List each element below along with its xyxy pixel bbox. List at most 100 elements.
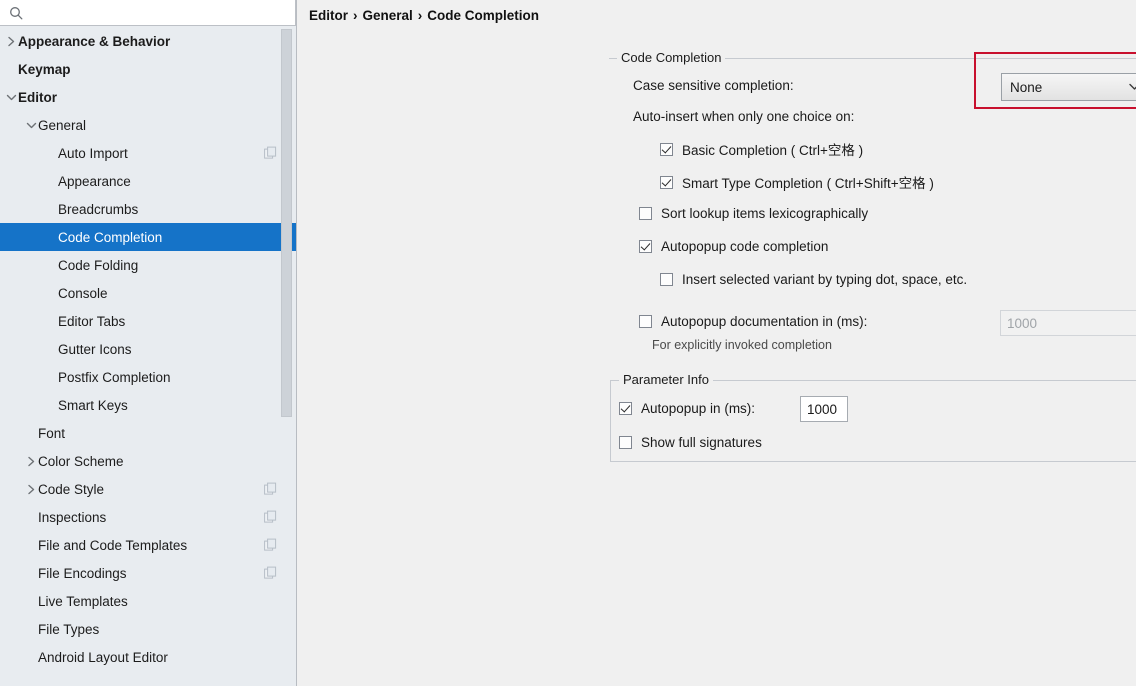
- basic-completion-row[interactable]: Basic Completion ( Ctrl+空格 ): [660, 139, 863, 159]
- sidebar-item-color-scheme[interactable]: Color Scheme: [0, 447, 296, 475]
- sidebar-item-postfix-completion[interactable]: Postfix Completion: [0, 363, 296, 391]
- sidebar-item-appearance[interactable]: Appearance: [0, 167, 296, 195]
- case-sensitive-combo-box[interactable]: None: [1001, 73, 1136, 101]
- copy-settings-icon[interactable]: [264, 511, 277, 524]
- sidebar-scrollbar-track[interactable]: [281, 27, 292, 686]
- insert-selected-variant-label: Insert selected variant by typing dot, s…: [682, 272, 967, 287]
- smart-type-completion-checkbox[interactable]: [660, 176, 673, 189]
- sort-lookup-row[interactable]: Sort lookup items lexicographically: [639, 206, 868, 221]
- autopopup-code-completion-checkbox[interactable]: [639, 240, 652, 253]
- sidebar-item-android-layout-editor[interactable]: Android Layout Editor: [0, 643, 296, 671]
- chevron-right-icon[interactable]: [4, 34, 18, 48]
- parameter-autopopup-checkbox[interactable]: [619, 402, 632, 415]
- settings-search-box[interactable]: [0, 0, 296, 26]
- autopopup-code-completion-label: Autopopup code completion: [661, 239, 828, 254]
- sidebar-item-smart-keys[interactable]: Smart Keys: [0, 391, 296, 419]
- autopopup-documentation-hint: For explicitly invoked completion: [652, 338, 832, 352]
- sidebar-item-label: Postfix Completion: [58, 370, 171, 385]
- settings-main-panel: Editor › General › Code Completion Code …: [297, 0, 1136, 686]
- breadcrumb-item-code-completion: Code Completion: [427, 8, 539, 23]
- settings-dialog: Appearance & BehaviorKeymap Editor General…: [0, 0, 1136, 686]
- parameter-info-group-title: Parameter Info: [619, 373, 713, 387]
- autopopup-documentation-hint-row: For explicitly invoked completion: [652, 338, 832, 352]
- smart-type-completion-label: Smart Type Completion ( Ctrl+Shift+空格 ): [682, 172, 934, 192]
- autopopup-code-completion-row[interactable]: Autopopup code completion: [639, 239, 828, 254]
- basic-completion-label: Basic Completion ( Ctrl+空格 ): [682, 139, 863, 159]
- auto-insert-label-row: Auto-insert when only one choice on:: [633, 109, 854, 124]
- autopopup-documentation-checkbox[interactable]: [639, 315, 652, 328]
- autopopup-documentation-row[interactable]: Autopopup documentation in (ms):: [639, 314, 867, 329]
- sidebar-item-label: Android Layout Editor: [38, 650, 168, 665]
- sidebar-item-label: File Types: [38, 622, 99, 637]
- sidebar-item-breadcrumbs[interactable]: Breadcrumbs: [0, 195, 296, 223]
- sidebar-item-label: Smart Keys: [58, 398, 128, 413]
- sidebar-item-console[interactable]: Console: [0, 279, 296, 307]
- breadcrumb-separator-icon: ›: [418, 8, 423, 23]
- smart-type-completion-row[interactable]: Smart Type Completion ( Ctrl+Shift+空格 ): [660, 172, 934, 192]
- sidebar-item-auto-import[interactable]: Auto Import: [0, 139, 296, 167]
- chevron-down-icon[interactable]: [24, 118, 38, 132]
- copy-settings-icon[interactable]: [264, 539, 277, 552]
- show-full-signatures-checkbox[interactable]: [619, 436, 632, 449]
- case-sensitive-combo-value: None: [1010, 80, 1042, 95]
- insert-selected-variant-row[interactable]: Insert selected variant by typing dot, s…: [660, 272, 967, 287]
- breadcrumb-item-editor[interactable]: Editor: [309, 8, 348, 23]
- sidebar-item-label: Auto Import: [58, 146, 128, 161]
- sidebar-item-code-completion[interactable]: Code Completion: [0, 223, 296, 251]
- sidebar-item-label: Code Folding: [58, 258, 138, 273]
- copy-settings-icon[interactable]: [264, 567, 277, 580]
- autopopup-documentation-input: [1000, 310, 1136, 336]
- basic-completion-checkbox[interactable]: [660, 143, 673, 156]
- show-full-signatures-label: Show full signatures: [641, 435, 762, 450]
- sidebar-item-code-folding[interactable]: Code Folding: [0, 251, 296, 279]
- chevron-down-icon[interactable]: [4, 90, 18, 104]
- sidebar-item-editor-tabs[interactable]: Editor Tabs: [0, 307, 296, 335]
- sidebar-item-label: Font: [38, 426, 65, 441]
- case-sensitive-completion-label: Case sensitive completion:: [633, 78, 794, 93]
- sidebar-item-label: Inspections: [38, 510, 106, 525]
- sidebar-item-file-types[interactable]: File Types: [0, 615, 296, 643]
- sidebar-item-file-and-code-templates[interactable]: File and Code Templates: [0, 531, 296, 559]
- breadcrumb: Editor › General › Code Completion: [297, 0, 1136, 26]
- sidebar-item-gutter-icons[interactable]: Gutter Icons: [0, 335, 296, 363]
- sidebar-item-label: File Encodings: [38, 566, 127, 581]
- copy-settings-icon[interactable]: [264, 483, 277, 496]
- search-input[interactable]: [26, 2, 295, 24]
- sidebar-item-live-templates[interactable]: Live Templates: [0, 587, 296, 615]
- sidebar-item-label: File and Code Templates: [38, 538, 187, 553]
- code-completion-group-title: Code Completion: [617, 51, 725, 65]
- breadcrumb-item-general[interactable]: General: [363, 8, 413, 23]
- sidebar-item-keymap[interactable]: Keymap: [0, 55, 296, 83]
- chevron-right-icon[interactable]: [24, 454, 38, 468]
- copy-settings-icon[interactable]: [264, 147, 277, 160]
- sidebar-item-label: Color Scheme: [38, 454, 124, 469]
- case-sensitive-completion-row: Case sensitive completion:: [633, 78, 794, 93]
- parameter-autopopup-input[interactable]: [800, 396, 848, 422]
- sidebar-item-code-style[interactable]: Code Style: [0, 475, 296, 503]
- chevron-down-icon: [1126, 79, 1136, 95]
- sidebar-item-general[interactable]: General: [0, 111, 296, 139]
- sidebar-item-label: General: [38, 118, 86, 133]
- parameter-autopopup-row[interactable]: Autopopup in (ms):: [619, 401, 755, 416]
- show-full-signatures-row[interactable]: Show full signatures: [619, 435, 762, 450]
- chevron-right-icon[interactable]: [24, 482, 38, 496]
- sidebar-item-file-encodings[interactable]: File Encodings: [0, 559, 296, 587]
- sidebar-item-label: Editor Tabs: [58, 314, 125, 329]
- case-sensitive-completion-dropdown[interactable]: None: [1001, 73, 1136, 101]
- sidebar-item-appearance-behavior[interactable]: Appearance & Behavior: [0, 27, 296, 55]
- sort-lookup-label: Sort lookup items lexicographically: [661, 206, 868, 221]
- auto-insert-label: Auto-insert when only one choice on:: [633, 109, 854, 124]
- sidebar-item-label: Code Style: [38, 482, 104, 497]
- sidebar-item-editor[interactable]: Editor: [0, 83, 296, 111]
- sort-lookup-checkbox[interactable]: [639, 207, 652, 220]
- insert-selected-variant-checkbox[interactable]: [660, 273, 673, 286]
- sidebar-item-label: Gutter Icons: [58, 342, 132, 357]
- autopopup-documentation-field-wrap: [1000, 310, 1136, 336]
- sidebar-item-label: Editor: [18, 90, 57, 105]
- code-completion-group: Code Completion: [609, 58, 1136, 59]
- sidebar-item-font[interactable]: Font: [0, 419, 296, 447]
- sidebar-item-label: Code Completion: [58, 230, 162, 245]
- sidebar-item-inspections[interactable]: Inspections: [0, 503, 296, 531]
- sidebar-scrollbar-thumb[interactable]: [281, 29, 292, 417]
- sidebar-item-label: Console: [58, 286, 108, 301]
